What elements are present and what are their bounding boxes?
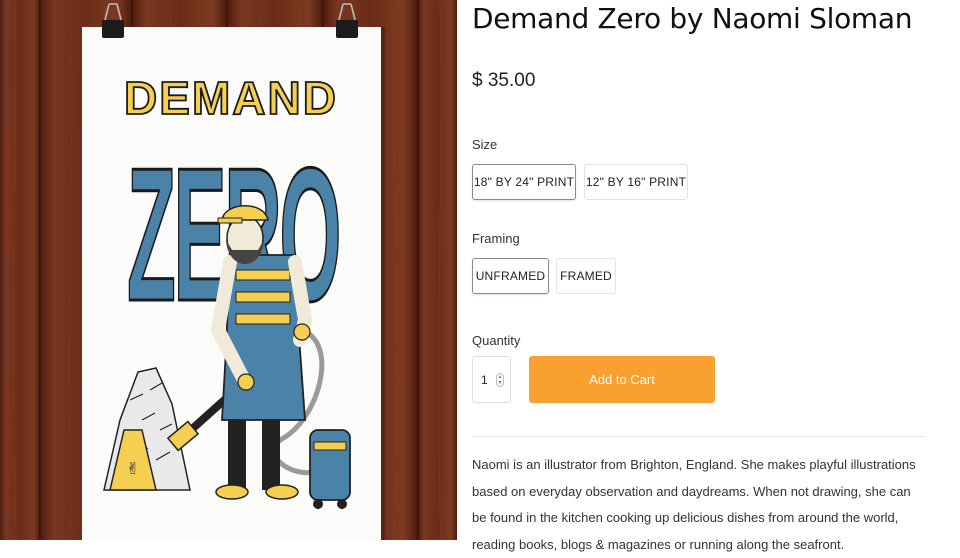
size-label: Size [472,137,498,152]
framing-option-unframed[interactable]: UNFRAMED [472,258,549,294]
framing-option-label: UNFRAMED [475,269,546,283]
framing-option-label: FRAMED [560,269,612,283]
quantity-stepper[interactable]: 1 ▲ ▼ [472,356,511,403]
product-details: Demand Zero by Naomi Sloman $ 35.00 Size… [472,0,942,552]
framing-option-framed[interactable]: FRAMED [556,258,616,294]
svg-text:✌: ✌ [126,459,139,478]
size-option-18x24[interactable]: 18" BY 24" PRINT [472,164,576,200]
poster-word-demand: DEMAND [124,72,338,124]
add-to-cart-button[interactable]: Add to Cart [529,356,715,403]
quantity-value[interactable]: 1 [481,373,488,387]
up-down-stepper-icon[interactable]: ▲ ▼ [496,373,504,387]
quantity-label: Quantity [472,333,521,348]
size-option-label: 12" BY 16" PRINT [585,175,687,189]
framing-label: Framing [472,231,520,246]
product-image[interactable]: DEMAND ZERO ✌ [0,0,457,540]
product-price: $ 35.00 [472,70,536,91]
divider [472,436,924,437]
product-description: Naomi is an illustrator from Brighton, E… [472,457,916,552]
size-option-12x16[interactable]: 12" BY 16" PRINT [584,164,688,200]
product-title: Demand Zero by Naomi Sloman [472,2,913,35]
size-option-label: 18" BY 24" PRINT [473,175,575,189]
